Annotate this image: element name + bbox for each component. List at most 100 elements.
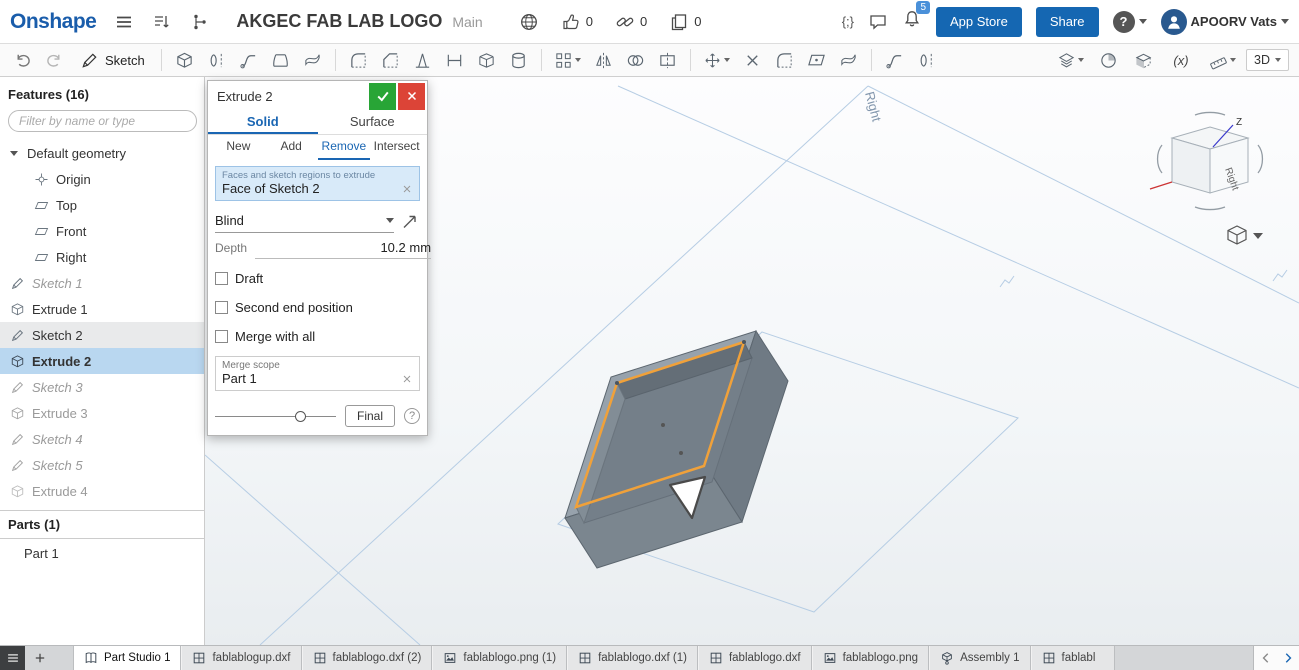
featurescript-notices-button[interactable]: {;} <box>842 14 854 29</box>
tree-item-extrude-4[interactable]: Extrude 4 <box>0 478 204 504</box>
undo-button[interactable] <box>8 47 37 74</box>
comments-button[interactable] <box>868 12 888 32</box>
loft-tool-button[interactable] <box>266 47 295 74</box>
draft-option[interactable]: Draft <box>215 271 420 286</box>
mode-new[interactable]: New <box>212 135 265 160</box>
tab-fablablogo-dxf-2[interactable]: fablablogo.dxf (2) <box>301 646 433 670</box>
dialog-accept-button[interactable] <box>369 82 396 110</box>
redo-button[interactable] <box>40 47 69 74</box>
variables-button[interactable]: (x) <box>1164 47 1198 74</box>
rotate-down-arrow[interactable] <box>1194 206 1226 211</box>
faces-selection-field[interactable]: Faces and sketch regions to extrude Face… <box>215 166 420 201</box>
opposite-direction-icon[interactable] <box>400 211 420 231</box>
tab-fablabl-truncated[interactable]: fablabl <box>1030 646 1115 670</box>
appearance-button[interactable] <box>1052 47 1088 74</box>
measure-button[interactable] <box>1204 47 1240 74</box>
tabs-menu-button[interactable] <box>0 646 25 670</box>
tab-assembly-1[interactable]: Assembly 1 <box>929 646 1031 670</box>
rotate-up-arrow[interactable] <box>1194 111 1226 116</box>
user-menu-button[interactable]: APOORV Vats <box>1160 8 1289 35</box>
tree-item-sketch-3[interactable]: Sketch 3 <box>0 374 204 400</box>
depth-input[interactable] <box>255 237 432 259</box>
share-button[interactable]: Share <box>1035 6 1099 37</box>
view-cube[interactable]: Right Z <box>1149 111 1264 211</box>
dialog-cancel-button[interactable] <box>398 82 425 110</box>
wrap-tool-button[interactable] <box>880 47 909 74</box>
main-menu-button[interactable] <box>114 12 134 32</box>
rotate-left-arrow[interactable] <box>1156 144 1163 174</box>
mirror-tool-button[interactable] <box>589 47 618 74</box>
shell-tool-button[interactable] <box>472 47 501 74</box>
public-toggle[interactable] <box>519 12 539 32</box>
mode-intersect[interactable]: Intersect <box>370 135 423 160</box>
forks-stat[interactable]: 0 <box>669 12 701 32</box>
hole-tool-button[interactable] <box>504 47 533 74</box>
second-end-option[interactable]: Second end position <box>215 300 420 315</box>
rotate-right-arrow[interactable] <box>1257 144 1264 174</box>
helix-tool-button[interactable] <box>912 47 941 74</box>
tree-item-default-geometry[interactable]: Default geometry <box>0 140 204 166</box>
tree-item-part-1[interactable]: Part 1 <box>0 539 204 567</box>
scroll-tabs-right-icon[interactable] <box>1281 651 1295 665</box>
parts-section-header[interactable]: Parts (1) <box>0 510 204 539</box>
merge-scope-field[interactable]: Merge scope Part 1 <box>215 356 420 391</box>
tree-item-extrude-2[interactable]: Extrude 2 <box>0 348 204 374</box>
mode-remove[interactable]: Remove <box>317 135 371 160</box>
transform-tool-button[interactable] <box>699 47 735 74</box>
tab-fablablogo-dxf-1[interactable]: fablablogo.dxf (1) <box>567 646 698 670</box>
tab-fablablogo-png[interactable]: fablablogo.png <box>811 646 930 670</box>
tree-item-origin[interactable]: Origin <box>0 166 204 192</box>
rib-tool-button[interactable] <box>440 47 469 74</box>
move-face-tool-button[interactable] <box>802 47 831 74</box>
chamfer-tool-button[interactable] <box>376 47 405 74</box>
scroll-tabs-left-icon[interactable] <box>1259 651 1273 665</box>
tree-item-sketch-4[interactable]: Sketch 4 <box>0 426 204 452</box>
document-panel-button[interactable] <box>152 12 172 32</box>
tree-item-sketch-1[interactable]: Sketch 1 <box>0 270 204 296</box>
display-options-dropdown[interactable] <box>1227 225 1263 245</box>
offset-surface-tool-button[interactable] <box>834 47 863 74</box>
tab-part-studio-1[interactable]: Part Studio 1 <box>73 646 182 670</box>
feature-filter-input[interactable] <box>8 110 197 132</box>
workspace-name[interactable]: Main <box>452 14 482 30</box>
dialog-help-icon[interactable]: ? <box>404 408 420 424</box>
rollback-slider[interactable] <box>215 409 336 423</box>
tree-item-extrude-3[interactable]: Extrude 3 <box>0 400 204 426</box>
linear-pattern-tool-button[interactable] <box>550 47 586 74</box>
likes-stat[interactable]: 0 <box>561 12 593 32</box>
boolean-tool-button[interactable] <box>621 47 650 74</box>
split-tool-button[interactable] <box>653 47 682 74</box>
tab-fablablogup-dxf[interactable]: fablablogup.dxf <box>181 646 302 670</box>
versions-button[interactable] <box>190 12 210 32</box>
draft-tool-button[interactable] <box>408 47 437 74</box>
clear-merge-scope-icon[interactable] <box>401 373 413 385</box>
fillet-tool-button[interactable] <box>344 47 373 74</box>
tree-item-sketch-2[interactable]: Sketch 2 <box>0 322 204 348</box>
tree-item-sketch-5[interactable]: Sketch 5 <box>0 452 204 478</box>
second-end-checkbox[interactable] <box>215 301 228 314</box>
add-tab-button[interactable] <box>25 646 55 670</box>
tab-fablablogo-dxf[interactable]: fablablogo.dxf <box>697 646 812 670</box>
tree-item-top-plane[interactable]: Top <box>0 192 204 218</box>
view-mode-dropdown[interactable]: 3D <box>1246 49 1289 71</box>
revolve-tool-button[interactable] <box>202 47 231 74</box>
clear-selection-icon[interactable] <box>401 183 413 195</box>
tree-item-right-plane[interactable]: Right <box>0 244 204 270</box>
tab-surface[interactable]: Surface <box>318 111 428 134</box>
tab-fablablogo-png-1[interactable]: fablablogo.png (1) <box>432 646 568 670</box>
sweep-tool-button[interactable] <box>234 47 263 74</box>
help-menu-button[interactable]: ? <box>1112 10 1147 33</box>
thicken-tool-button[interactable] <box>298 47 327 74</box>
part-body[interactable] <box>564 329 789 569</box>
app-store-button[interactable]: App Store <box>936 6 1022 37</box>
links-stat[interactable]: 0 <box>615 12 647 32</box>
modify-fillet-tool-button[interactable] <box>770 47 799 74</box>
slider-knob[interactable] <box>294 410 306 422</box>
merge-with-all-option[interactable]: Merge with all <box>215 329 420 344</box>
extrude-tool-button[interactable] <box>170 47 199 74</box>
dialog-titlebar[interactable]: Extrude 2 <box>208 81 427 111</box>
tab-solid[interactable]: Solid <box>208 111 318 134</box>
notifications-button[interactable]: 5 <box>902 1 930 34</box>
merge-with-all-checkbox[interactable] <box>215 330 228 343</box>
final-button[interactable]: Final <box>344 405 395 427</box>
